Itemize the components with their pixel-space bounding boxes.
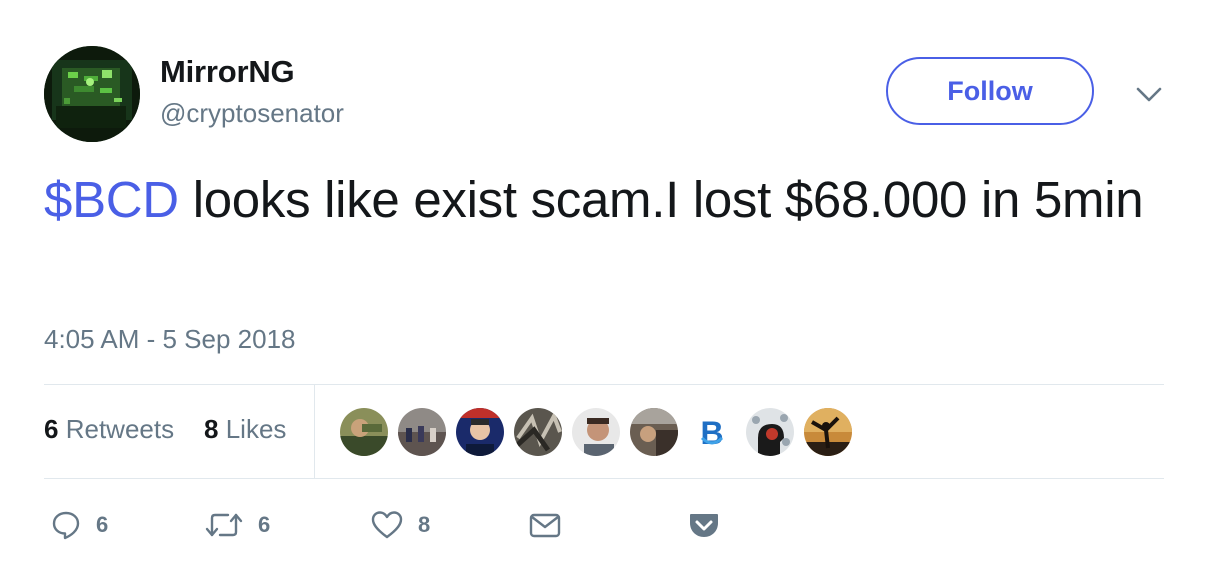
envelope-icon bbox=[529, 513, 561, 538]
tweet-body: looks like exist scam.I lost $68.000 in … bbox=[178, 171, 1144, 228]
liker-avatar[interactable] bbox=[746, 408, 794, 456]
display-name[interactable]: MirrorNG bbox=[160, 54, 295, 90]
liker-avatar[interactable] bbox=[398, 408, 446, 456]
tweet-stats: 6 Retweets 8 Likes B bbox=[44, 384, 1164, 478]
avatar-image bbox=[44, 46, 140, 142]
pocket-icon bbox=[690, 514, 718, 537]
cashtag-link[interactable]: $BCD bbox=[44, 171, 179, 228]
reply-icon bbox=[52, 511, 80, 540]
liker-avatar[interactable] bbox=[456, 408, 504, 456]
like-count: 8 bbox=[418, 512, 431, 537]
retweet-icon bbox=[205, 513, 243, 537]
liker-avatar[interactable] bbox=[630, 408, 678, 456]
tweet-text: $BCD looks like exist scam.I lost $68.00… bbox=[44, 168, 1174, 232]
divider-bottom bbox=[44, 478, 1164, 479]
liker-avatar[interactable] bbox=[572, 408, 620, 456]
heart-icon bbox=[371, 511, 403, 539]
likes-count: 8 bbox=[204, 414, 219, 444]
tweet-actions: 6 6 8 bbox=[44, 500, 1164, 550]
liker-avatar[interactable] bbox=[340, 408, 388, 456]
stats-divider bbox=[314, 384, 315, 478]
like-button[interactable]: 8 bbox=[370, 508, 430, 542]
tweet-card: MirrorNG @cryptosenator Follow $BCD look… bbox=[0, 0, 1210, 584]
retweet-button[interactable]: 6 bbox=[204, 508, 270, 542]
chevron-down-icon[interactable] bbox=[1134, 82, 1164, 106]
reply-count: 6 bbox=[96, 512, 109, 537]
direct-message-button[interactable] bbox=[528, 508, 562, 542]
likes-stat[interactable]: 8 Likes bbox=[204, 414, 286, 445]
liker-avatar[interactable] bbox=[514, 408, 562, 456]
liker-avatar[interactable] bbox=[804, 408, 852, 456]
svg-text:B: B bbox=[700, 415, 723, 451]
tweet-timestamp[interactable]: 4:05 AM - 5 Sep 2018 bbox=[44, 324, 296, 355]
retweets-count: 6 bbox=[44, 414, 59, 444]
follow-button[interactable]: Follow bbox=[886, 57, 1094, 125]
retweets-stat[interactable]: 6 Retweets bbox=[44, 414, 174, 445]
user-handle[interactable]: @cryptosenator bbox=[160, 98, 344, 129]
retweet-count: 6 bbox=[258, 512, 271, 537]
liker-avatar[interactable]: B bbox=[688, 408, 736, 456]
likes-label: Likes bbox=[225, 414, 287, 444]
reply-button[interactable]: 6 bbox=[50, 508, 108, 542]
user-avatar[interactable] bbox=[44, 46, 140, 142]
retweets-label: Retweets bbox=[65, 414, 175, 444]
pocket-button[interactable] bbox=[688, 508, 720, 542]
